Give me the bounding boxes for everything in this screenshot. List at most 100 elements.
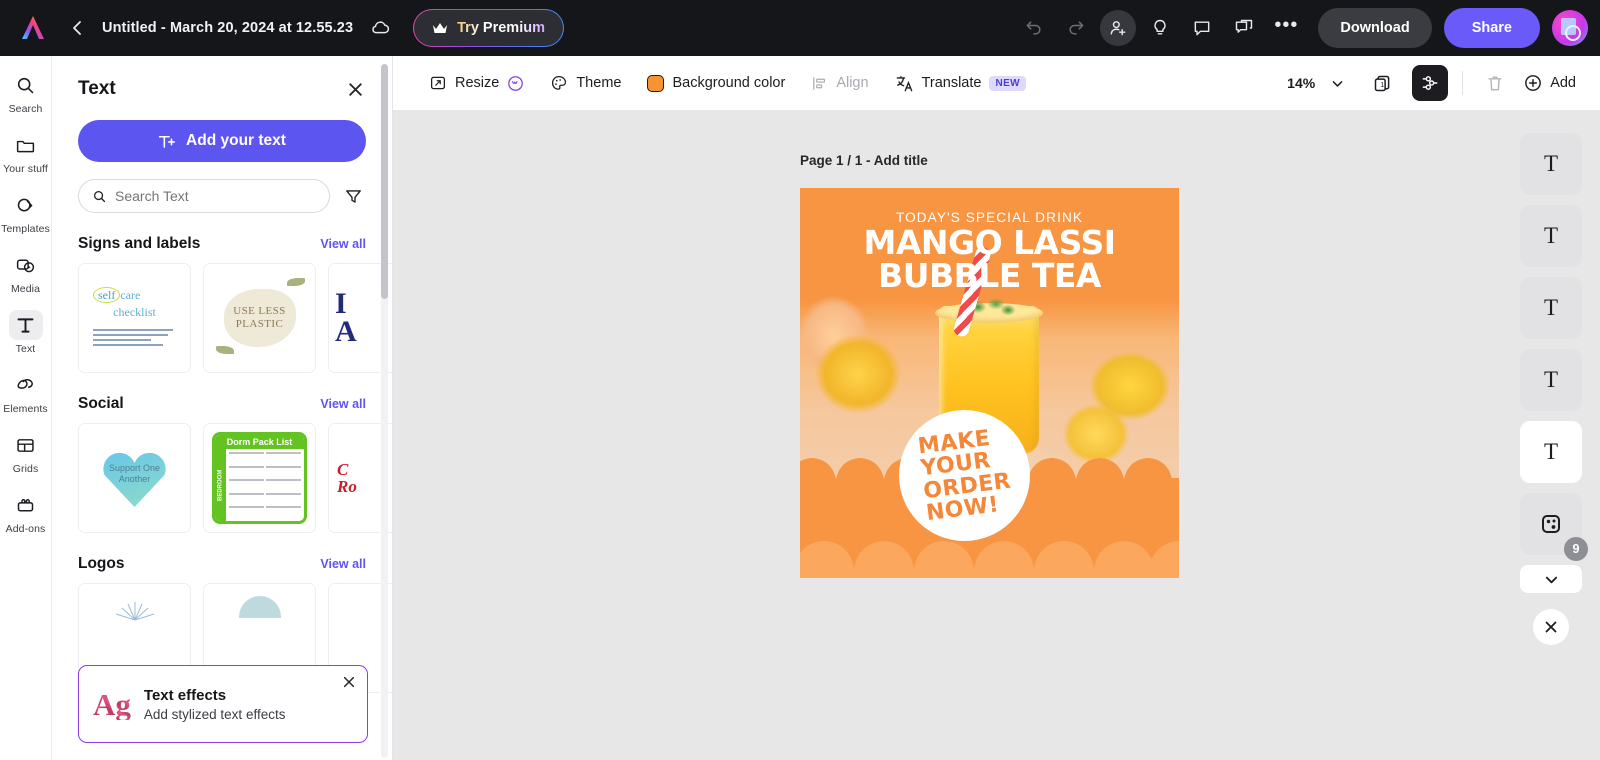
view-all-signs-and-labels[interactable]: View all bbox=[320, 237, 366, 251]
sidebar-label-elements: Elements bbox=[3, 403, 48, 415]
sidebar-label-add-ons: Add-ons bbox=[5, 523, 46, 535]
resize-label: Resize bbox=[455, 75, 500, 91]
trash-icon[interactable] bbox=[1477, 65, 1513, 101]
user-avatar[interactable] bbox=[1552, 10, 1588, 46]
close-icon[interactable] bbox=[342, 76, 368, 102]
chevron-down-icon[interactable] bbox=[1331, 77, 1344, 90]
sidebar-item-elements[interactable]: Elements bbox=[2, 368, 50, 415]
search-text-box[interactable] bbox=[78, 179, 330, 213]
document-title[interactable]: Untitled - March 20, 2024 at 12.55.23 bbox=[102, 20, 353, 36]
comment-icon[interactable] bbox=[1184, 10, 1220, 46]
grid-view-icon[interactable] bbox=[1412, 65, 1449, 101]
duplicate-comment-icon[interactable] bbox=[1226, 10, 1262, 46]
text-effects-card[interactable]: Ag Text effects Add stylized text effect… bbox=[78, 665, 368, 743]
thumb-text: A bbox=[335, 315, 357, 348]
sidebar-item-your-stuff[interactable]: Your stuff bbox=[2, 128, 50, 175]
view-all-logos[interactable]: View all bbox=[320, 557, 366, 571]
lightbulb-idea-icon[interactable] bbox=[1142, 10, 1178, 46]
back-button[interactable] bbox=[62, 12, 94, 44]
templates-icon bbox=[9, 190, 43, 220]
background-color-button[interactable]: Background color bbox=[637, 66, 795, 100]
sidebar-item-grids[interactable]: Grids bbox=[2, 428, 50, 475]
canva-logo[interactable] bbox=[16, 11, 50, 45]
sidebar-label-search: Search bbox=[8, 103, 43, 115]
translate-icon bbox=[895, 74, 914, 93]
share-button[interactable]: Share bbox=[1443, 8, 1540, 48]
expand-layers-button[interactable] bbox=[1520, 565, 1582, 593]
text-layer-tile-5-selected[interactable]: T bbox=[1520, 421, 1582, 483]
background-color-swatch bbox=[647, 74, 665, 92]
thumb-text: PLASTIC bbox=[235, 318, 284, 330]
text-layer-tile-3[interactable]: T bbox=[1520, 277, 1582, 339]
add-person-icon[interactable] bbox=[1100, 10, 1137, 46]
text-layer-tile-4[interactable]: T bbox=[1520, 349, 1582, 411]
search-icon bbox=[9, 70, 43, 100]
add-page-button[interactable]: Add bbox=[1519, 73, 1582, 93]
theme-button[interactable]: Theme bbox=[540, 66, 631, 100]
text-t-icon: T bbox=[1543, 439, 1559, 464]
filter-funnel-icon[interactable] bbox=[340, 183, 366, 209]
theme-label: Theme bbox=[576, 75, 622, 91]
zoom-level-value[interactable]: 14% bbox=[1287, 75, 1315, 91]
close-icon[interactable] bbox=[342, 675, 356, 689]
poster-design[interactable]: TODAY'S SPECIAL DRINK MANGO LASSI BUBBLE… bbox=[800, 188, 1179, 578]
try-premium-button[interactable]: Try Premium bbox=[413, 9, 564, 47]
view-all-social[interactable]: View all bbox=[320, 397, 366, 411]
elements-icon bbox=[9, 370, 43, 400]
sidebar-label-text: Text bbox=[15, 343, 36, 355]
template-thumbnail[interactable]: self care checklist bbox=[78, 263, 191, 373]
text-effects-copy: Text effects Add stylized text effects bbox=[144, 687, 286, 722]
close-layers-button[interactable] bbox=[1533, 609, 1569, 645]
thumb-text: Ro bbox=[337, 477, 357, 496]
sidebar-label-media: Media bbox=[10, 283, 41, 295]
text-layer-tile-2[interactable]: T bbox=[1520, 205, 1582, 267]
text-t-icon: T bbox=[1543, 367, 1559, 392]
thumb-text: Dorm Pack List bbox=[215, 435, 304, 449]
left-rail: Search Your stuff Templates Media Text E… bbox=[0, 56, 52, 760]
thumb-text: I bbox=[335, 286, 347, 320]
thumb-text: BEDROOM bbox=[215, 449, 226, 521]
folder-icon bbox=[9, 130, 43, 160]
text-t-icon: T bbox=[1543, 223, 1559, 248]
download-button[interactable]: Download bbox=[1318, 8, 1432, 48]
text-t-icon bbox=[8, 310, 43, 340]
panel-header: Text bbox=[52, 56, 392, 108]
text-layer-tile-1[interactable]: T bbox=[1520, 133, 1582, 195]
group-elements-tile[interactable]: 9 bbox=[1520, 493, 1588, 561]
template-thumbnail[interactable]: Dorm Pack List BEDROOM bbox=[203, 423, 316, 533]
sidebar-item-add-ons[interactable]: Add-ons bbox=[2, 488, 50, 535]
poster-title-line1[interactable]: MANGO LASSI bbox=[800, 226, 1179, 259]
redo-icon[interactable] bbox=[1058, 10, 1094, 46]
resize-button[interactable]: Resize bbox=[419, 66, 534, 100]
undo-icon[interactable] bbox=[1016, 10, 1052, 46]
background-color-label: Background color bbox=[672, 75, 786, 91]
sidebar-item-templates[interactable]: Templates bbox=[1, 188, 50, 235]
template-thumbnail[interactable]: USE LESS PLASTIC bbox=[203, 263, 316, 373]
magic-studio-icon bbox=[507, 75, 524, 92]
design-canvas[interactable]: Page 1 / 1 - Add title TODAY'S SPECIAL D… bbox=[393, 111, 1600, 760]
poster-title-line2[interactable]: BUBBLE TEA bbox=[800, 259, 1179, 292]
sidebar-item-media[interactable]: Media bbox=[2, 248, 50, 295]
page-title-label[interactable]: Page 1 / 1 - Add title bbox=[800, 153, 928, 168]
thumb-text: care bbox=[120, 287, 141, 302]
add-label: Add bbox=[1550, 75, 1576, 91]
search-input[interactable] bbox=[115, 188, 316, 204]
more-options-button[interactable]: ••• bbox=[1268, 10, 1304, 46]
thumb-text: C bbox=[337, 460, 349, 479]
cloud-saved-icon bbox=[367, 15, 393, 41]
layer-stack-panel: T T T T T 9 bbox=[1520, 133, 1588, 645]
order-badge[interactable]: MAKE YOUR ORDER NOW! bbox=[899, 410, 1030, 541]
media-icon bbox=[9, 250, 43, 280]
sidebar-label-your-stuff: Your stuff bbox=[3, 163, 48, 175]
order-badge-text: MAKE YOUR ORDER NOW! bbox=[916, 425, 1014, 525]
sidebar-item-search[interactable]: Search bbox=[2, 68, 50, 115]
thumbnail-row-social: Support One Another Dorm Pack List BEDRO… bbox=[52, 423, 392, 533]
thumb-bullet-lines bbox=[92, 326, 176, 349]
poster-headline-group[interactable]: TODAY'S SPECIAL DRINK MANGO LASSI BUBBLE… bbox=[800, 188, 1179, 293]
panel-scrollbar-thumb[interactable] bbox=[381, 64, 388, 299]
page-count-icon[interactable]: 1 bbox=[1364, 65, 1400, 101]
sidebar-item-text[interactable]: Text bbox=[2, 308, 50, 355]
translate-button[interactable]: Translate NEW bbox=[885, 66, 1036, 100]
add-your-text-button[interactable]: Add your text bbox=[78, 120, 366, 162]
template-thumbnail[interactable]: Support One Another bbox=[78, 423, 191, 533]
